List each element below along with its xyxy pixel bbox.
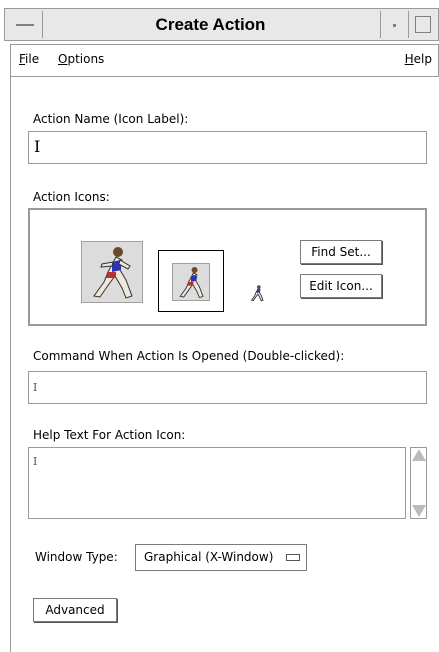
find-set-button[interactable]: Find Set...	[300, 240, 382, 264]
action-name-field[interactable]: I	[28, 131, 427, 164]
window-menu-icon	[16, 24, 34, 26]
small-icon-preview[interactable]	[248, 284, 266, 302]
medium-icon-frame[interactable]	[158, 250, 224, 312]
edit-icon-button[interactable]: Edit Icon...	[300, 274, 382, 298]
maximize-button[interactable]	[408, 11, 436, 38]
window-type-label: Window Type:	[35, 550, 118, 564]
help-text-area[interactable]: I	[28, 447, 406, 519]
help-text-label: Help Text For Action Icon:	[33, 428, 186, 442]
action-name-label: Action Name (Icon Label):	[33, 112, 189, 126]
runner-icon	[250, 285, 264, 302]
create-action-window: Create Action File Options Help Action N…	[0, 0, 439, 652]
runner-icon	[179, 267, 204, 299]
menu-options[interactable]: Options	[58, 52, 104, 66]
minimize-button[interactable]	[380, 11, 408, 38]
runner-icon	[93, 247, 133, 299]
action-icons-label: Action Icons:	[33, 190, 110, 204]
text-cursor: I	[33, 455, 38, 468]
command-label: Command When Action Is Opened (Double-cl…	[33, 349, 345, 363]
medium-icon-preview	[172, 263, 210, 301]
menu-help[interactable]: Help	[405, 52, 432, 66]
advanced-button[interactable]: Advanced	[33, 598, 117, 622]
window-type-selected: Graphical (X-Window)	[144, 550, 274, 564]
window-left-border	[10, 77, 11, 652]
title-bar: Create Action	[4, 8, 439, 41]
help-text-scrollbar[interactable]	[410, 447, 427, 519]
text-cursor: I	[33, 381, 38, 394]
option-menu-indicator-icon	[286, 554, 300, 561]
scroll-up-arrow-icon[interactable]	[412, 449, 426, 461]
window-menu-button[interactable]	[7, 11, 43, 38]
scroll-down-arrow-icon[interactable]	[412, 505, 426, 517]
command-field[interactable]: I	[28, 371, 427, 404]
large-icon-preview[interactable]	[81, 241, 143, 303]
menu-bar: File Options Help	[10, 44, 439, 77]
minimize-icon	[393, 24, 396, 27]
action-icons-panel: Find Set... Edit Icon...	[28, 208, 427, 326]
maximize-icon	[415, 16, 431, 33]
menu-file[interactable]: File	[19, 52, 39, 66]
window-type-option-menu[interactable]: Graphical (X-Window)	[135, 544, 307, 571]
window-title: Create Action	[155, 15, 266, 34]
text-cursor: I	[34, 137, 41, 156]
